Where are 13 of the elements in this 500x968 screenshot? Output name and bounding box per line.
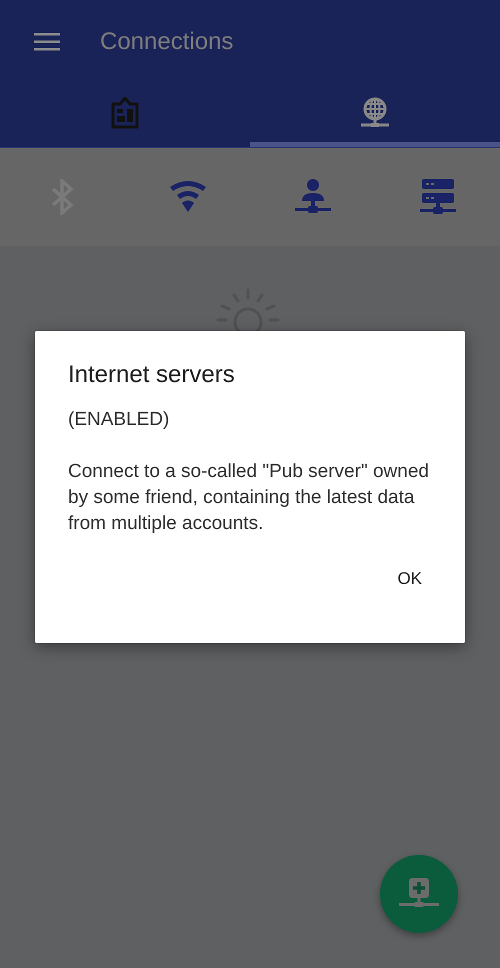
- app-title: Connections: [100, 28, 234, 56]
- sun-icon: [216, 288, 280, 332]
- dialog-title: Internet servers: [68, 361, 236, 389]
- add-server-icon: [399, 878, 439, 910]
- server-icon[interactable]: [420, 179, 456, 215]
- wifi-icon[interactable]: [168, 181, 206, 213]
- dialog-message: Connect to a so-called "Pub server" owned by some friend, containing the latest data from multiple accounts.: [68, 460, 430, 536]
- menu-icon[interactable]: [34, 33, 60, 51]
- board-icon: [110, 97, 140, 129]
- globe-icon: [360, 97, 390, 129]
- dialog-status: (ENABLED): [68, 408, 170, 432]
- network-user-icon[interactable]: [294, 179, 330, 215]
- ok-button[interactable]: OK: [383, 561, 436, 597]
